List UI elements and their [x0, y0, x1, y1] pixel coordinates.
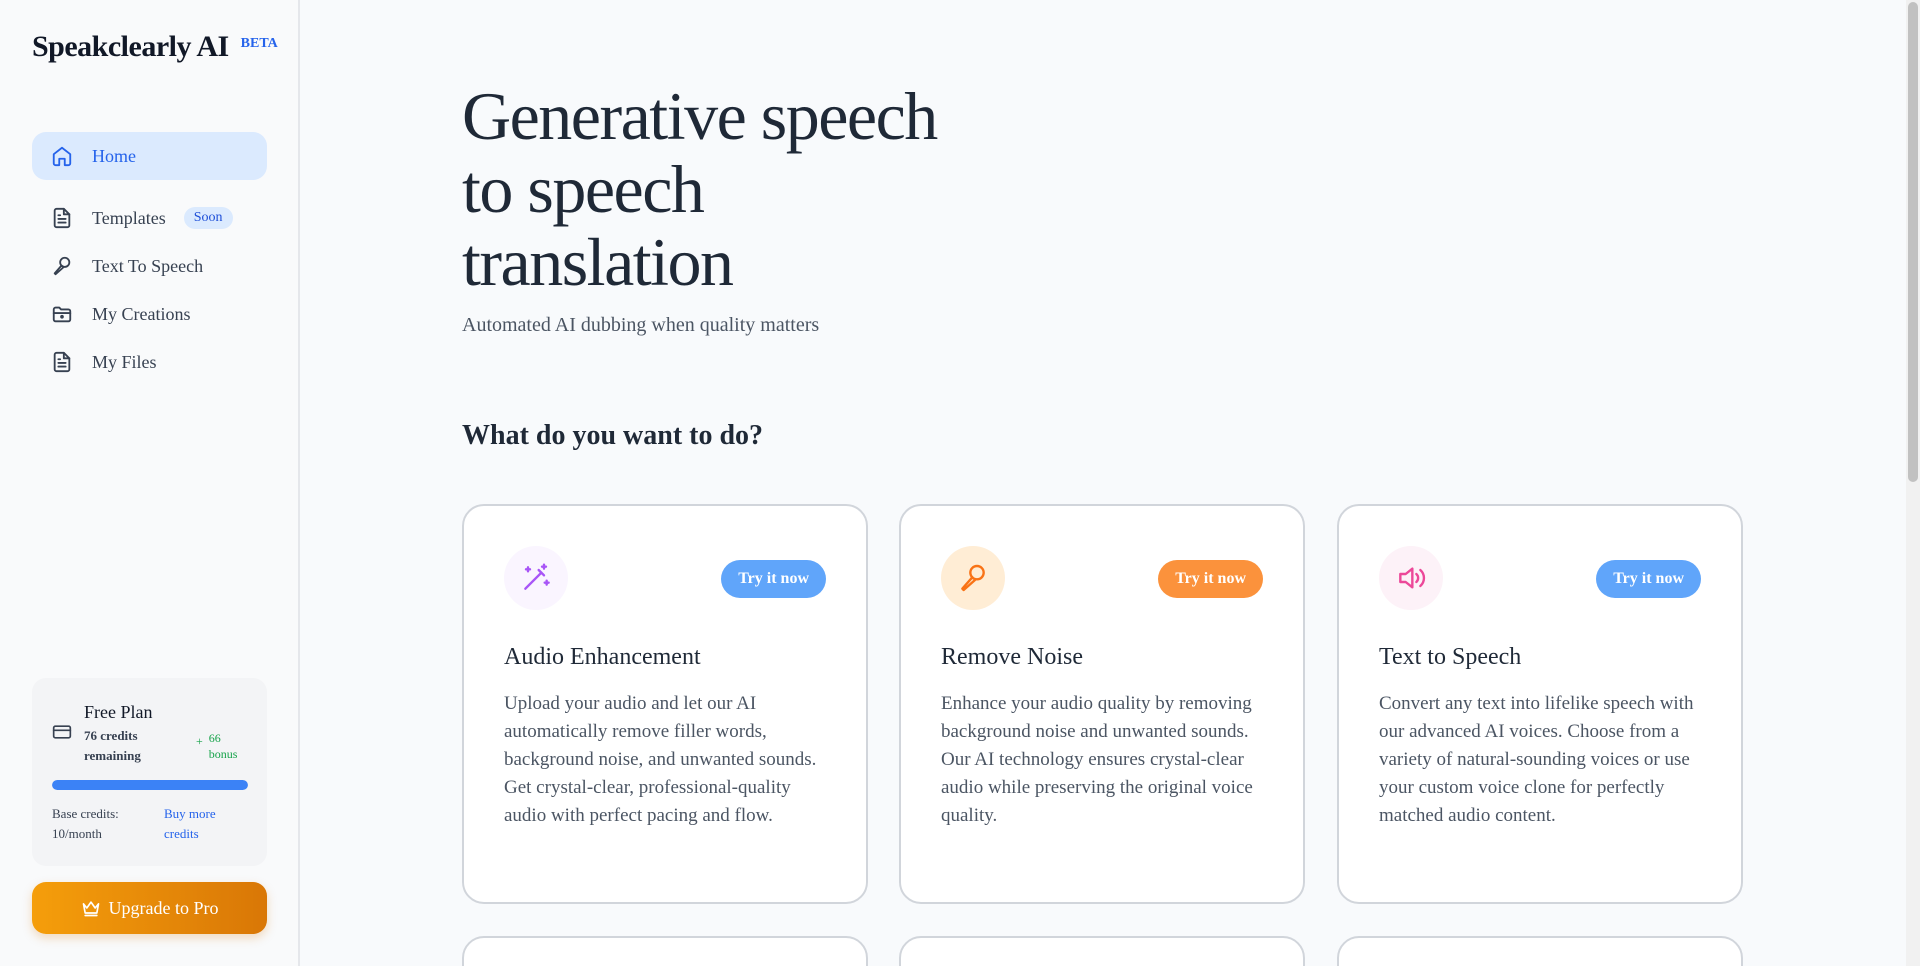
card-title: Remove Noise	[941, 644, 1083, 670]
sidebar-item-label: My Creations	[92, 303, 191, 324]
plus-icon: +	[196, 734, 203, 748]
plan-title: Free Plan	[84, 702, 153, 722]
card-icon-wrap	[504, 546, 568, 610]
buy-more-credits-link[interactable]: Buy more credits	[164, 804, 244, 844]
soon-badge: Soon	[183, 207, 233, 229]
sidebar-nav: Home Templates Soon Text To Speech My Cr…	[32, 132, 267, 386]
card-remove-noise[interactable]: Try it now Remove Noise Enhance your aud…	[899, 504, 1305, 904]
scrollbar-thumb[interactable]	[1908, 2, 1918, 482]
plan-card: Free Plan 76 credits remaining + 66 bonu…	[32, 678, 267, 866]
credits-remaining: 76 credits remaining	[84, 728, 141, 763]
bonus-label: 66 bonus	[208, 731, 238, 761]
sidebar-item-my-creations[interactable]: My Creations	[32, 290, 267, 338]
try-it-now-button[interactable]: Try it now	[1596, 560, 1701, 598]
upgrade-button[interactable]: Upgrade to Pro	[32, 882, 267, 934]
hero-subtitle: Automated AI dubbing when quality matter…	[462, 314, 820, 336]
sidebar-item-home[interactable]: Home	[32, 132, 267, 180]
sidebar-item-label: Home	[92, 145, 136, 166]
microphone-icon	[50, 254, 74, 278]
folder-icon	[50, 302, 74, 326]
card-next-row[interactable]	[1337, 936, 1743, 966]
scrollbar[interactable]	[1906, 0, 1920, 966]
card-title: Audio Enhancement	[504, 644, 701, 670]
card-description: Convert any text into lifelike speech wi…	[1379, 693, 1694, 826]
upgrade-label: Upgrade to Pro	[108, 897, 219, 918]
card-title: Text to Speech	[1379, 644, 1522, 670]
sidebar-item-my-files[interactable]: My Files	[32, 338, 267, 386]
try-it-now-button[interactable]: Try it now	[1158, 560, 1263, 598]
hero-title: Generative speech to speech translation	[462, 78, 938, 300]
crown-icon	[82, 901, 99, 917]
card-icon-wrap	[941, 546, 1005, 610]
sidebar-item-templates[interactable]: Templates Soon	[32, 194, 267, 242]
card-icon-wrap	[1379, 546, 1443, 610]
credits-progress-bar	[52, 780, 248, 790]
speaker-icon	[1399, 567, 1426, 589]
sidebar-item-label: Templates	[92, 207, 166, 228]
try-it-now-button[interactable]: Try it now	[721, 560, 826, 598]
microphone-icon	[961, 564, 985, 592]
home-icon	[50, 144, 74, 168]
base-credits: Base credits: 10/month	[52, 806, 119, 841]
brand[interactable]: Speakclearly AI BETA	[32, 30, 278, 64]
card-next-row[interactable]	[462, 936, 868, 966]
card-audio-enhancement[interactable]: Try it now Audio Enhancement Upload your…	[462, 504, 868, 904]
bonus-credits: + 66 bonus	[196, 730, 249, 762]
card-description: Upload your audio and let our AI automat…	[504, 693, 817, 826]
file-icon	[50, 350, 74, 374]
beta-badge: BETA	[240, 36, 278, 51]
sidebar-item-label: My Files	[92, 351, 157, 372]
section-title: What do you want to do?	[462, 420, 764, 451]
magic-wand-icon	[524, 563, 550, 590]
sidebar-item-label: Text To Speech	[92, 255, 204, 276]
brand-name: Speakclearly AI	[32, 30, 229, 63]
sidebar: Speakclearly AI BETA Home Templates Soon…	[0, 0, 300, 966]
card-text-to-speech[interactable]: Try it now Text to Speech Convert any te…	[1337, 504, 1743, 904]
card-description: Enhance your audio quality by removing b…	[941, 693, 1253, 826]
credit-card-icon	[52, 722, 72, 742]
card-next-row[interactable]	[899, 936, 1305, 966]
document-icon	[50, 206, 74, 230]
sidebar-item-text-to-speech[interactable]: Text To Speech	[32, 242, 267, 290]
credits-progress-fill	[52, 780, 248, 790]
